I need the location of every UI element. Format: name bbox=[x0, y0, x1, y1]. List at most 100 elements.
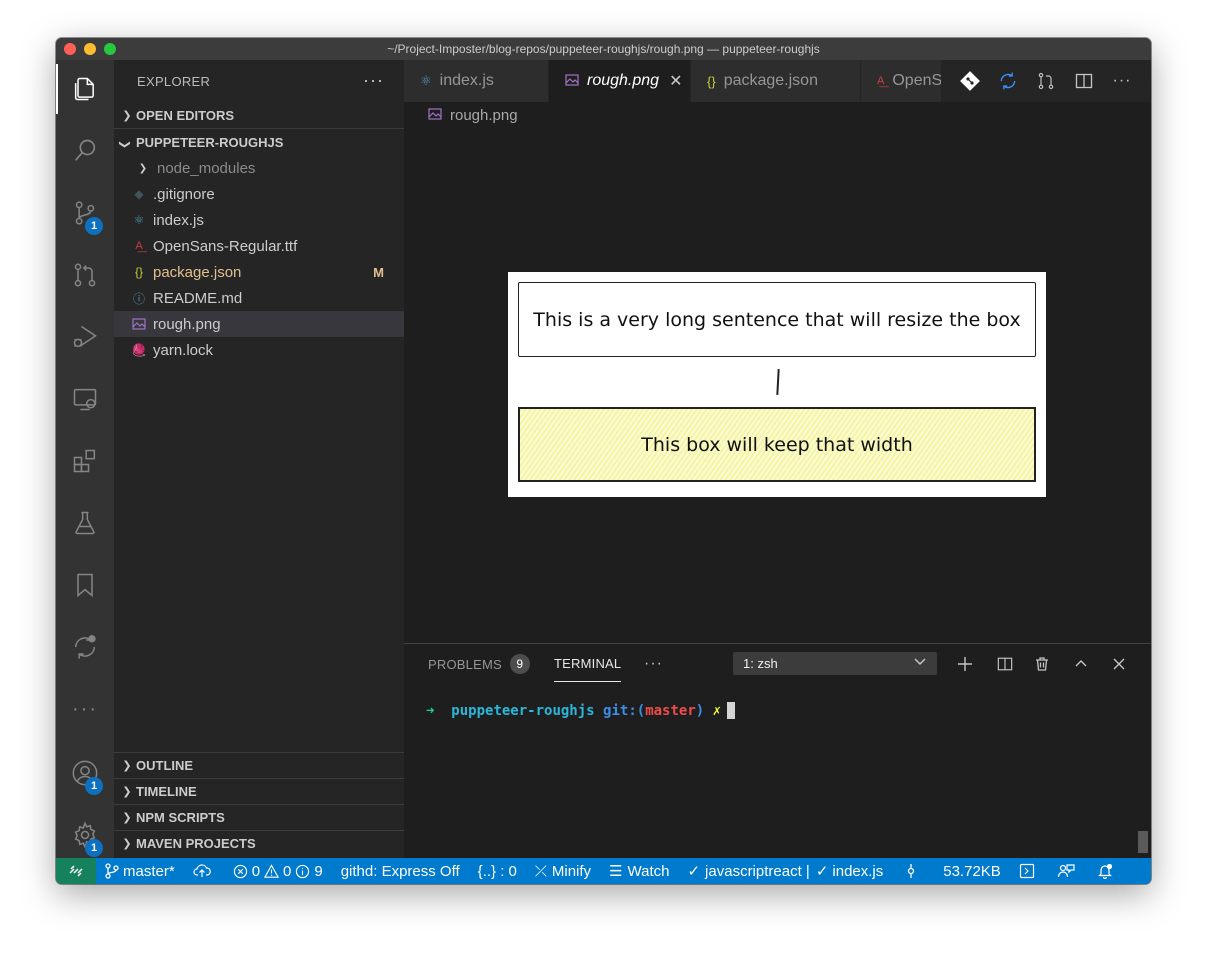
accounts-badge: 1 bbox=[85, 777, 103, 795]
breadcrumb[interactable]: rough.png bbox=[428, 104, 518, 126]
terminal-scrollbar[interactable] bbox=[1138, 831, 1148, 853]
open-editors-label: OPEN EDITORS bbox=[136, 107, 235, 123]
terminal-cursor bbox=[727, 702, 736, 719]
watch-label: Watch bbox=[627, 862, 670, 880]
chevron-right-icon: ❯ bbox=[122, 786, 132, 798]
split-editor-icon[interactable] bbox=[1072, 69, 1096, 93]
pull-requests-icon[interactable] bbox=[56, 250, 114, 300]
tab-problems[interactable]: PROBLEMS 9 bbox=[428, 644, 530, 684]
maven-projects-label: MAVEN PROJECTS bbox=[136, 836, 256, 851]
language-label: javascriptreact | bbox=[705, 862, 810, 880]
notifications-bell-icon[interactable] bbox=[1088, 858, 1126, 884]
file-gitignore[interactable]: ◆ .gitignore bbox=[114, 181, 404, 207]
remote-explorer-icon[interactable] bbox=[56, 374, 114, 424]
chevron-right-icon: ❯ bbox=[122, 760, 132, 772]
testing-icon[interactable] bbox=[56, 498, 114, 548]
explorer-more-icon[interactable]: ··· bbox=[363, 70, 384, 91]
timeline-section[interactable]: ❯ TIMELINE bbox=[114, 778, 404, 804]
language-status[interactable]: ✓ javascriptreact | ✓ index.js bbox=[678, 858, 892, 884]
explorer-title: EXPLORER bbox=[137, 73, 211, 89]
watch-button[interactable]: ☰ Watch bbox=[600, 858, 678, 884]
chevron-right-icon: ❯ bbox=[122, 812, 132, 824]
react-file-icon: ⚛ bbox=[420, 73, 432, 88]
prompt-git-suffix: ) bbox=[695, 702, 705, 719]
project-section[interactable]: ❯ PUPPETEER-ROUGHJS bbox=[114, 128, 404, 155]
git-icon[interactable] bbox=[958, 69, 982, 93]
close-panel-icon[interactable] bbox=[1107, 652, 1131, 676]
tab-package-json[interactable]: {} package.json bbox=[691, 60, 861, 102]
file-size-status[interactable]: 53.72KB bbox=[934, 858, 1010, 884]
braces-status[interactable]: {..} : 0 bbox=[469, 858, 526, 884]
file-label: OpenSans-Regular.ttf bbox=[153, 237, 298, 255]
file-node-modules[interactable]: ❯ node_modules bbox=[114, 155, 404, 181]
problems-label: PROBLEMS bbox=[428, 656, 502, 672]
terminal-prompt[interactable]: ➜ puppeteer-roughjs git:(master) ✗ bbox=[426, 702, 736, 719]
open-editors-section[interactable]: ❯ OPEN EDITORS bbox=[114, 102, 404, 128]
file-label: rough.png bbox=[153, 315, 221, 333]
editor-more-icon[interactable]: ··· bbox=[1110, 69, 1134, 93]
editor-actions: ··· bbox=[941, 60, 1151, 102]
githd-status[interactable]: githd: Express Off bbox=[332, 858, 469, 884]
terminal-toggle-icon[interactable] bbox=[1010, 858, 1048, 884]
file-index-js[interactable]: ⚛ index.js bbox=[114, 207, 404, 233]
tab-rough-png[interactable]: rough.png ✕ bbox=[549, 60, 691, 102]
file-package-json[interactable]: {} package.json M bbox=[114, 259, 404, 285]
tab-terminal[interactable]: TERMINAL bbox=[554, 646, 622, 682]
trash-icon[interactable] bbox=[1030, 652, 1054, 676]
file-yarn-lock[interactable]: 🧶 yarn.lock bbox=[114, 337, 404, 363]
open-changes-icon[interactable] bbox=[1034, 69, 1058, 93]
tab-label: index.js bbox=[439, 72, 494, 89]
title-bar: ~/Project-Imposter/blog-repos/puppeteer-… bbox=[56, 38, 1151, 60]
editor-tabs: ⚛ index.js rough.png ✕ {} package.json A… bbox=[404, 60, 1151, 102]
extensions-icon[interactable] bbox=[56, 436, 114, 486]
file-opensans[interactable]: A͟ OpenSans-Regular.ttf bbox=[114, 233, 404, 259]
file-rough-png[interactable]: rough.png bbox=[114, 311, 404, 337]
tab-label: package.json bbox=[723, 72, 818, 89]
githd-diff-icon[interactable] bbox=[996, 69, 1020, 93]
run-debug-icon[interactable] bbox=[56, 312, 114, 362]
explorer-icon[interactable] bbox=[56, 64, 114, 114]
terminal-select[interactable]: 1: zsh bbox=[733, 652, 937, 675]
maximize-panel-icon[interactable] bbox=[1069, 652, 1093, 676]
close-tab-icon[interactable]: ✕ bbox=[669, 71, 682, 91]
file-label: yarn.lock bbox=[153, 341, 214, 359]
npm-scripts-section[interactable]: ❯ NPM SCRIPTS bbox=[114, 804, 404, 830]
minimize-window-button[interactable] bbox=[84, 43, 96, 55]
git-file-icon: ◆ bbox=[134, 187, 144, 201]
check-icon: ✓ bbox=[687, 863, 701, 880]
outline-section[interactable]: ❯ OUTLINE bbox=[114, 752, 404, 778]
prompt-arrow: ➜ bbox=[426, 702, 435, 719]
branch-indicator[interactable]: master* bbox=[96, 858, 184, 884]
split-terminal-icon[interactable] bbox=[993, 652, 1017, 676]
panel-more-icon[interactable]: ··· bbox=[644, 644, 663, 684]
chevron-right-icon: ❯ bbox=[138, 162, 148, 174]
accounts-icon[interactable]: 1 bbox=[56, 748, 114, 798]
sync-indicator[interactable] bbox=[184, 858, 224, 884]
tab-opensans[interactable]: A͟ OpenS bbox=[861, 60, 951, 102]
source-control-icon[interactable]: 1 bbox=[56, 188, 114, 238]
more-icon[interactable]: ··· bbox=[56, 684, 114, 734]
zoom-window-button[interactable] bbox=[104, 43, 116, 55]
githd-icon[interactable] bbox=[56, 622, 114, 672]
rough-connector-line bbox=[776, 368, 780, 396]
tab-label: rough.png bbox=[587, 72, 660, 89]
commit-icon[interactable] bbox=[892, 858, 934, 884]
chevron-right-icon: ❯ bbox=[122, 838, 132, 850]
info-file-icon: ⓘ bbox=[132, 291, 145, 306]
tab-index-js[interactable]: ⚛ index.js bbox=[404, 60, 549, 102]
close-window-button[interactable] bbox=[64, 43, 76, 55]
timeline-label: TIMELINE bbox=[136, 784, 197, 799]
terminal-label: TERMINAL bbox=[554, 656, 622, 671]
feedback-icon[interactable] bbox=[1048, 858, 1088, 884]
remote-indicator[interactable] bbox=[56, 858, 96, 884]
search-icon[interactable] bbox=[56, 126, 114, 176]
minify-button[interactable]: ⤫ Minify bbox=[526, 858, 600, 884]
file-label: node_modules bbox=[157, 159, 256, 177]
problems-indicator[interactable]: 0 0 9 bbox=[224, 858, 332, 884]
maven-projects-section[interactable]: ❯ MAVEN PROJECTS bbox=[114, 830, 404, 856]
manage-gear-icon[interactable]: 1 bbox=[56, 810, 114, 860]
file-readme[interactable]: ⓘ README.md bbox=[114, 285, 404, 311]
project-label: PUPPETEER-ROUGHJS bbox=[136, 134, 284, 150]
bookmarks-icon[interactable] bbox=[56, 560, 114, 610]
new-terminal-icon[interactable] bbox=[953, 652, 977, 676]
